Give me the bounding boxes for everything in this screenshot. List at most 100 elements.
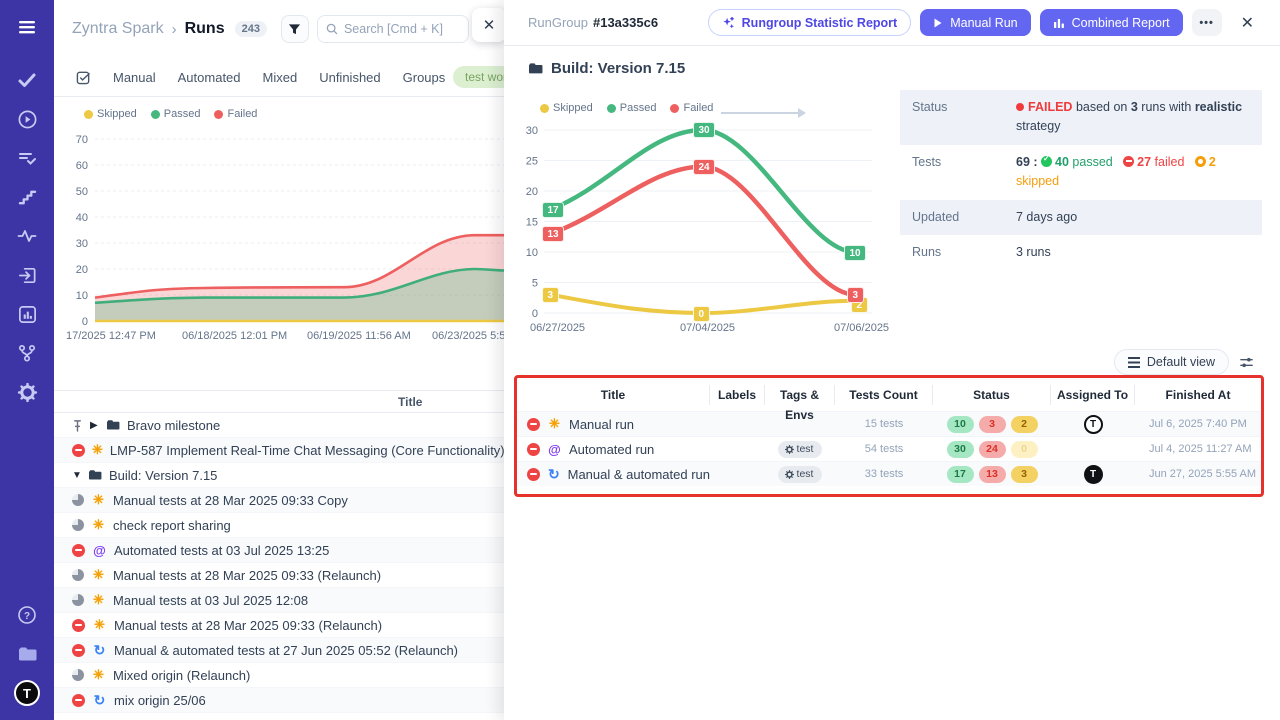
tab-manual[interactable]: Manual: [113, 70, 156, 85]
y-tick: 0: [532, 308, 538, 320]
list-item-run[interactable]: ✳ Mixed origin (Relaunch): [54, 663, 504, 688]
runs-play-icon[interactable]: [14, 106, 40, 132]
manual-run-icon: ✳: [91, 592, 106, 608]
tests-check-icon[interactable]: [14, 67, 40, 93]
col-tags-envs[interactable]: Tags & Envs: [765, 385, 835, 405]
run-title[interactable]: Manual & automated run: [568, 467, 710, 482]
col-finished-at[interactable]: Finished At: [1135, 385, 1261, 405]
pin-icon: [72, 419, 83, 432]
failed-badge: FAILED: [1028, 100, 1072, 114]
col-title[interactable]: Title: [517, 385, 710, 405]
list-item-run[interactable]: ✳ Manual tests at 28 Mar 2025 09:33 (Rel…: [54, 613, 504, 638]
tab-groups[interactable]: Groups: [403, 70, 446, 85]
manual-run-button[interactable]: Manual Run: [920, 9, 1030, 36]
list-item-run[interactable]: ✳ Manual tests at 28 Mar 2025 09:33 Copy: [54, 488, 504, 513]
more-options-button[interactable]: •••: [1192, 9, 1222, 36]
assignee-avatar[interactable]: T: [1084, 415, 1103, 434]
run-title: Manual tests at 28 Mar 2025 09:33 (Relau…: [114, 618, 382, 633]
y-tick: 5: [532, 278, 538, 290]
list-item-run[interactable]: ✳ Manual tests at 28 Mar 2025 09:33 (Rel…: [54, 563, 504, 588]
breadcrumb-project[interactable]: Zyntra Spark: [72, 20, 164, 38]
failed-minus-icon: [1123, 156, 1134, 167]
list-item-run[interactable]: ↻ mix origin 25/06: [54, 688, 504, 713]
runs-tabs: Manual Automated Mixed Unfinished Groups…: [54, 58, 504, 97]
runs-panel-header: Zyntra Spark › Runs 243: [54, 0, 504, 58]
run-title[interactable]: Automated run: [569, 442, 654, 457]
rungroup-detail-panel: RunGroup #13a335c6 Rungroup Statistic Re…: [504, 0, 1280, 720]
plans-list-icon[interactable]: [14, 145, 40, 171]
run-title: Manual tests at 28 Mar 2025 09:33 (Relau…: [113, 568, 381, 583]
filter-funnel-button[interactable]: [281, 15, 309, 43]
run-title[interactable]: Manual run: [569, 417, 634, 432]
chevron-right-icon[interactable]: ▶: [90, 420, 99, 431]
menu-icon[interactable]: [14, 14, 40, 40]
col-assigned-to[interactable]: Assigned To: [1051, 385, 1135, 405]
list-item-run[interactable]: ✳ LMP-587 Implement Real-Time Chat Messa…: [54, 438, 504, 463]
assignee-avatar[interactable]: T: [1084, 465, 1103, 484]
tab-unfinished[interactable]: Unfinished: [319, 70, 380, 85]
status-label: Status: [912, 98, 1016, 137]
failed-status-icon: [72, 619, 85, 632]
tests-total: 69 :: [1016, 155, 1038, 169]
search-input[interactable]: [344, 22, 454, 36]
status-text: strategy: [1016, 119, 1060, 133]
col-tests-count[interactable]: Tests Count: [835, 385, 933, 405]
active-filter-pill[interactable]: test work: [453, 66, 504, 88]
table-row[interactable]: @ Automated run test 54 tests 30 24 0 Ju…: [517, 436, 1261, 461]
select-runs-icon[interactable]: [76, 70, 91, 85]
list-item-run[interactable]: ✳ check report sharing: [54, 513, 504, 538]
drawer-close-button[interactable]: ✕: [472, 8, 506, 42]
search-icon: [326, 23, 338, 35]
y-tick: 50: [76, 186, 88, 198]
runs-label: Runs: [912, 243, 1016, 262]
list-item-rungroup[interactable]: ▼ Build: Version 7.15: [54, 463, 504, 488]
branch-icon[interactable]: [14, 340, 40, 366]
tag-pill[interactable]: test: [778, 441, 823, 458]
legend-failed-label: Failed: [227, 108, 257, 120]
play-icon: [933, 18, 943, 28]
failed-pill: 24: [979, 441, 1006, 458]
status-pills: 17 13 3: [933, 466, 1051, 483]
import-icon[interactable]: [14, 262, 40, 288]
skipped-pill: 0: [1011, 441, 1038, 458]
passed-pill: 30: [947, 441, 974, 458]
table-row[interactable]: ✳ Manual run 15 tests 10 3 2 T Jul 6, 20…: [517, 411, 1261, 436]
search-box[interactable]: [317, 15, 469, 43]
table-row[interactable]: ↻ Manual & automated run test 33 tests 1…: [517, 461, 1261, 486]
rungroup-statistic-report-button[interactable]: Rungroup Statistic Report: [708, 9, 912, 36]
bar-chart-icon: [1053, 17, 1065, 29]
folder-icon: [88, 469, 102, 481]
passed-count: 40: [1055, 155, 1069, 169]
projects-folder-icon[interactable]: [14, 641, 40, 667]
chevron-down-icon[interactable]: ▼: [72, 470, 81, 481]
passed-check-icon: [1041, 156, 1052, 167]
user-avatar[interactable]: T: [14, 680, 40, 706]
activity-pulse-icon[interactable]: [14, 223, 40, 249]
panel-close-icon[interactable]: ✕: [1235, 9, 1260, 37]
updated-label: Updated: [912, 208, 1016, 227]
col-status[interactable]: Status: [933, 385, 1051, 405]
table-settings-sliders-icon[interactable]: [1239, 355, 1254, 370]
tab-automated[interactable]: Automated: [178, 70, 241, 85]
combined-report-button[interactable]: Combined Report: [1040, 9, 1183, 36]
y-tick: 0: [82, 316, 88, 328]
list-item-run[interactable]: ✳ Manual tests at 03 Jul 2025 12:08: [54, 588, 504, 613]
rungroup-label: RunGroup: [528, 15, 588, 30]
run-title: Mixed origin (Relaunch): [113, 668, 250, 683]
analytics-bar-chart-icon[interactable]: [14, 301, 40, 327]
rungroup-info-table: Status FAILED based on 3 runs with reali…: [900, 90, 1262, 270]
settings-gear-icon[interactable]: [14, 379, 40, 405]
milestones-steps-icon[interactable]: [14, 184, 40, 210]
run-title: Manual tests at 28 Mar 2025 09:33 Copy: [113, 493, 348, 508]
tab-mixed[interactable]: Mixed: [263, 70, 298, 85]
list-item-run[interactable]: ↻ Manual & automated tests at 27 Jun 202…: [54, 638, 504, 663]
tag-pill[interactable]: test: [778, 466, 823, 483]
col-labels[interactable]: Labels: [710, 385, 765, 405]
list-item-milestone[interactable]: ▶ Bravo milestone: [54, 413, 504, 438]
manual-run-icon: ✳: [92, 442, 103, 458]
default-view-button[interactable]: Default view: [1114, 349, 1229, 375]
list-item-run[interactable]: @ Automated tests at 03 Jul 2025 13:25: [54, 538, 504, 563]
tests-label: Tests: [912, 153, 1016, 192]
skipped-pill: 3: [1011, 466, 1038, 483]
help-icon[interactable]: ?: [14, 602, 40, 628]
